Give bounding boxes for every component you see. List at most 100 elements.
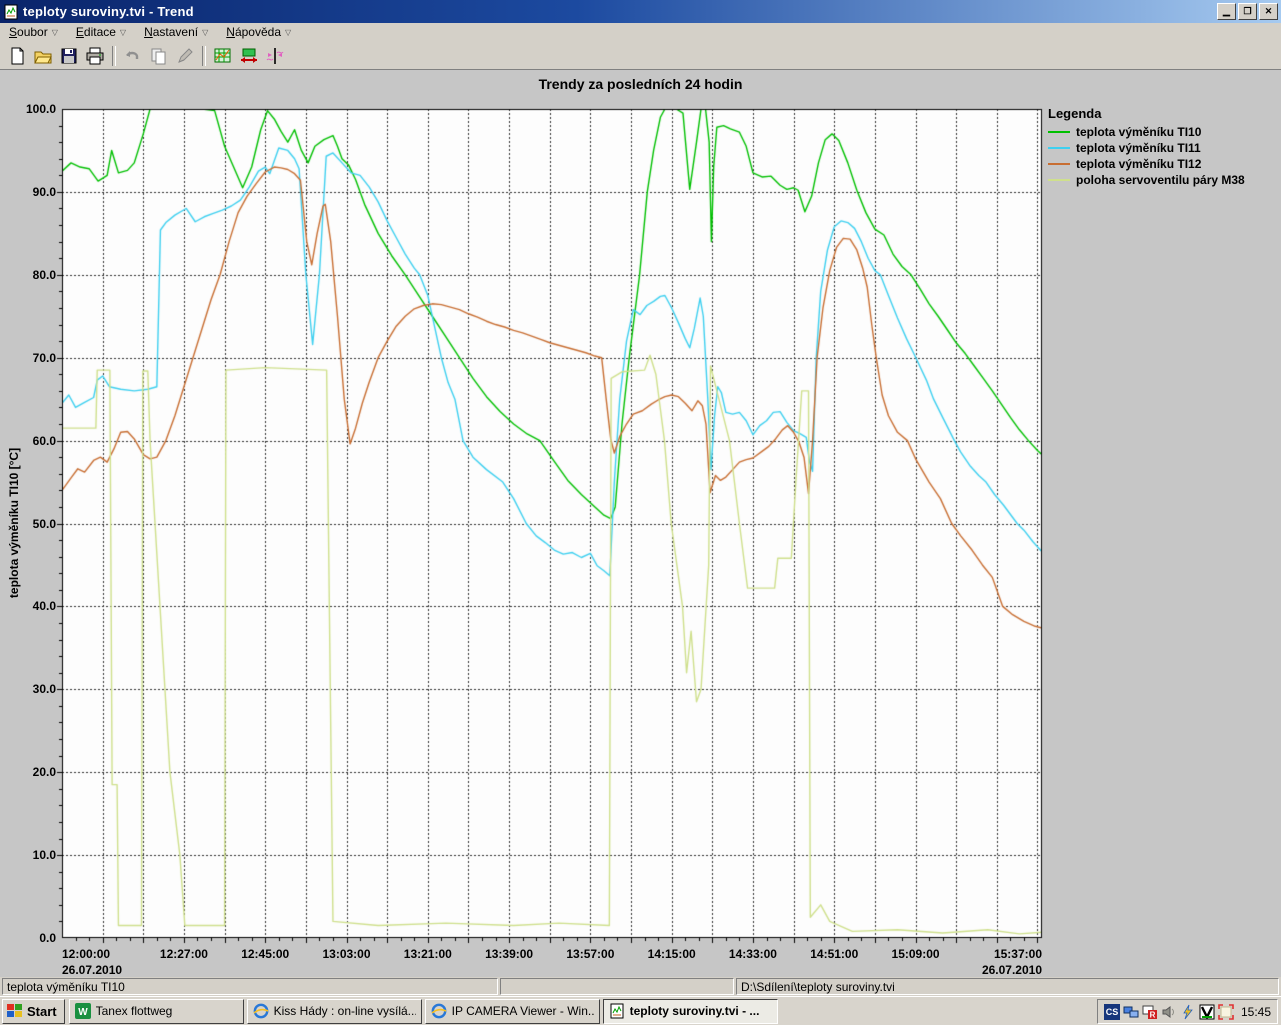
y-axis-tick-label: 0.0 — [0, 931, 56, 945]
legend-item-label: teplota výměníku TI10 — [1076, 125, 1201, 139]
cursor-button[interactable] — [262, 44, 287, 68]
app-icon[interactable] — [3, 4, 19, 20]
menu-item-editace[interactable]: Editace▽ — [67, 24, 135, 41]
open-button[interactable] — [30, 44, 55, 68]
legend-item-label: poloha servoventilu páry M38 — [1076, 173, 1245, 187]
undo-icon — [124, 47, 142, 65]
start-button-label: Start — [27, 1004, 57, 1019]
taskbar-task-label: Kiss Hády : on-line vysílá... — [274, 1004, 416, 1018]
taskbar-task-button[interactable]: teploty suroviny.tvi - ... — [603, 999, 778, 1024]
new-button[interactable] — [4, 44, 29, 68]
chart-region: Trendy za posledních 24 hodin teplota vý… — [0, 70, 1281, 977]
status-bar: teplota výměníku TI10 D:\Sdílení\teploty… — [0, 977, 1281, 996]
taskbar-task-button[interactable]: W Tanex flottweg — [69, 999, 244, 1024]
pen-button[interactable] — [172, 44, 197, 68]
legend-item: teplota výměníku TI10 — [1048, 124, 1245, 140]
x-axis-tick-label: 13:39:00 — [485, 947, 533, 961]
x-axis-tick-label: 14:51:00 — [810, 947, 858, 961]
title-bar[interactable]: teploty suroviny.tvi - Trend ▁ ❐ ✕ — [0, 0, 1281, 23]
xrange-button[interactable] — [236, 44, 261, 68]
remote-tray-icon[interactable]: R — [1142, 1004, 1158, 1020]
legend-swatch — [1048, 131, 1070, 133]
x-axis-date-label: 26.07.2010 — [982, 963, 1042, 977]
toolbar — [0, 42, 1281, 70]
volume-tray-icon[interactable] — [1161, 1004, 1177, 1020]
x-axis-tick-label: 14:33:00 — [729, 947, 777, 961]
y-axis-tick-label: 30.0 — [0, 682, 56, 696]
undo-button[interactable] — [120, 44, 145, 68]
new-icon — [8, 47, 26, 65]
save-button[interactable] — [56, 44, 81, 68]
svg-text:R: R — [1150, 1010, 1156, 1019]
start-button[interactable]: Start — [2, 999, 65, 1024]
y-axis-tick-label: 100.0 — [0, 102, 56, 116]
y-axis-tick-label: 50.0 — [0, 517, 56, 531]
menu-dropdown-icon: ▽ — [120, 28, 126, 37]
menu-dropdown-icon: ▽ — [52, 28, 58, 37]
print-icon — [86, 47, 104, 65]
x-axis-tick-label: 13:57:00 — [566, 947, 614, 961]
minimize-button[interactable]: ▁ — [1217, 3, 1236, 20]
trend-application-window: teploty suroviny.tvi - Trend ▁ ❐ ✕ Soubo… — [0, 0, 1281, 1025]
system-tray: CS R 15:45 — [1097, 999, 1278, 1024]
menu-bar: Soubor▽Editace▽Nastavení▽Nápověda▽ — [0, 23, 1281, 43]
grid-button[interactable] — [210, 44, 235, 68]
x-axis-tick-label: 12:00:00 — [62, 947, 110, 961]
y-axis-tick-label: 40.0 — [0, 599, 56, 613]
legend-swatch — [1048, 147, 1070, 149]
antivirus-tray-icon[interactable] — [1199, 1004, 1215, 1020]
status-field-pen-name: teplota výměníku TI10 — [2, 978, 498, 995]
xrange-icon — [240, 47, 258, 65]
status-field-middle — [500, 978, 734, 995]
toolbar-separator — [202, 46, 206, 66]
restore-button[interactable]: ❐ — [1238, 3, 1257, 20]
copy-button[interactable] — [146, 44, 171, 68]
legend-item: poloha servoventilu páry M38 — [1048, 172, 1245, 188]
x-axis-tick-label: 13:21:00 — [404, 947, 452, 961]
taskbar-task-label: Tanex flottweg — [96, 1004, 173, 1018]
x-axis-date-label: 26.07.2010 — [62, 963, 122, 977]
legend-item: teplota výměníku TI12 — [1048, 156, 1245, 172]
menu-dropdown-icon: ▽ — [202, 28, 208, 37]
legend-title: Legenda — [1048, 106, 1245, 121]
menu-dropdown-icon: ▽ — [285, 28, 291, 37]
close-button[interactable]: ✕ — [1259, 3, 1278, 20]
y-axis-tick-label: 60.0 — [0, 434, 56, 448]
legend-item: teplota výměníku TI11 — [1048, 140, 1245, 156]
taskbar-clock[interactable]: 15:45 — [1241, 1005, 1271, 1019]
status-field-file-path: D:\Sdílení\teploty suroviny.tvi — [736, 978, 1279, 995]
legend: Legenda teplota výměníku TI10teplota vým… — [1048, 106, 1245, 188]
trend-plot-canvas[interactable] — [54, 101, 1050, 946]
legend-item-label: teplota výměníku TI12 — [1076, 157, 1201, 171]
cursor-icon — [266, 47, 284, 65]
menu-item-napoveda[interactable]: Nápověda▽ — [217, 24, 300, 41]
capture-tray-icon[interactable] — [1218, 1004, 1234, 1020]
x-axis-tick-label: 15:09:00 — [892, 947, 940, 961]
cw-icon: W — [75, 1003, 91, 1019]
network-tray-icon[interactable] — [1123, 1004, 1139, 1020]
y-axis-tick-label: 70.0 — [0, 351, 56, 365]
open-icon — [34, 47, 52, 65]
y-axis-tick-label: 20.0 — [0, 765, 56, 779]
taskbar-task-label: teploty suroviny.tvi - ... — [630, 1004, 760, 1018]
pen-icon — [176, 47, 194, 65]
svg-text:W: W — [78, 1007, 88, 1018]
taskbar-task-button[interactable]: IP CAMERA Viewer - Win... — [425, 999, 600, 1024]
ie-icon — [253, 1003, 269, 1019]
taskbar-task-button[interactable]: Kiss Hády : on-line vysílá... — [247, 999, 422, 1024]
taskbar: Start W Tanex flottweg Kiss Hády : on-line… — [0, 996, 1281, 1025]
language-indicator[interactable]: CS — [1104, 1004, 1120, 1020]
x-axis-tick-label: 15:37:00 — [994, 947, 1042, 961]
messenger-tray-icon[interactable] — [1180, 1004, 1196, 1020]
menu-item-soubor[interactable]: Soubor▽ — [0, 24, 67, 41]
window-title: teploty suroviny.tvi - Trend — [23, 4, 194, 19]
x-axis-tick-label: 12:45:00 — [241, 947, 289, 961]
toolbar-separator — [112, 46, 116, 66]
x-axis-tick-label: 14:15:00 — [648, 947, 696, 961]
y-axis-tick-label: 10.0 — [0, 848, 56, 862]
ie-icon — [431, 1003, 447, 1019]
copy-icon — [150, 47, 168, 65]
menu-item-nastaveni[interactable]: Nastavení▽ — [135, 24, 217, 41]
legend-swatch — [1048, 179, 1070, 181]
print-button[interactable] — [82, 44, 107, 68]
